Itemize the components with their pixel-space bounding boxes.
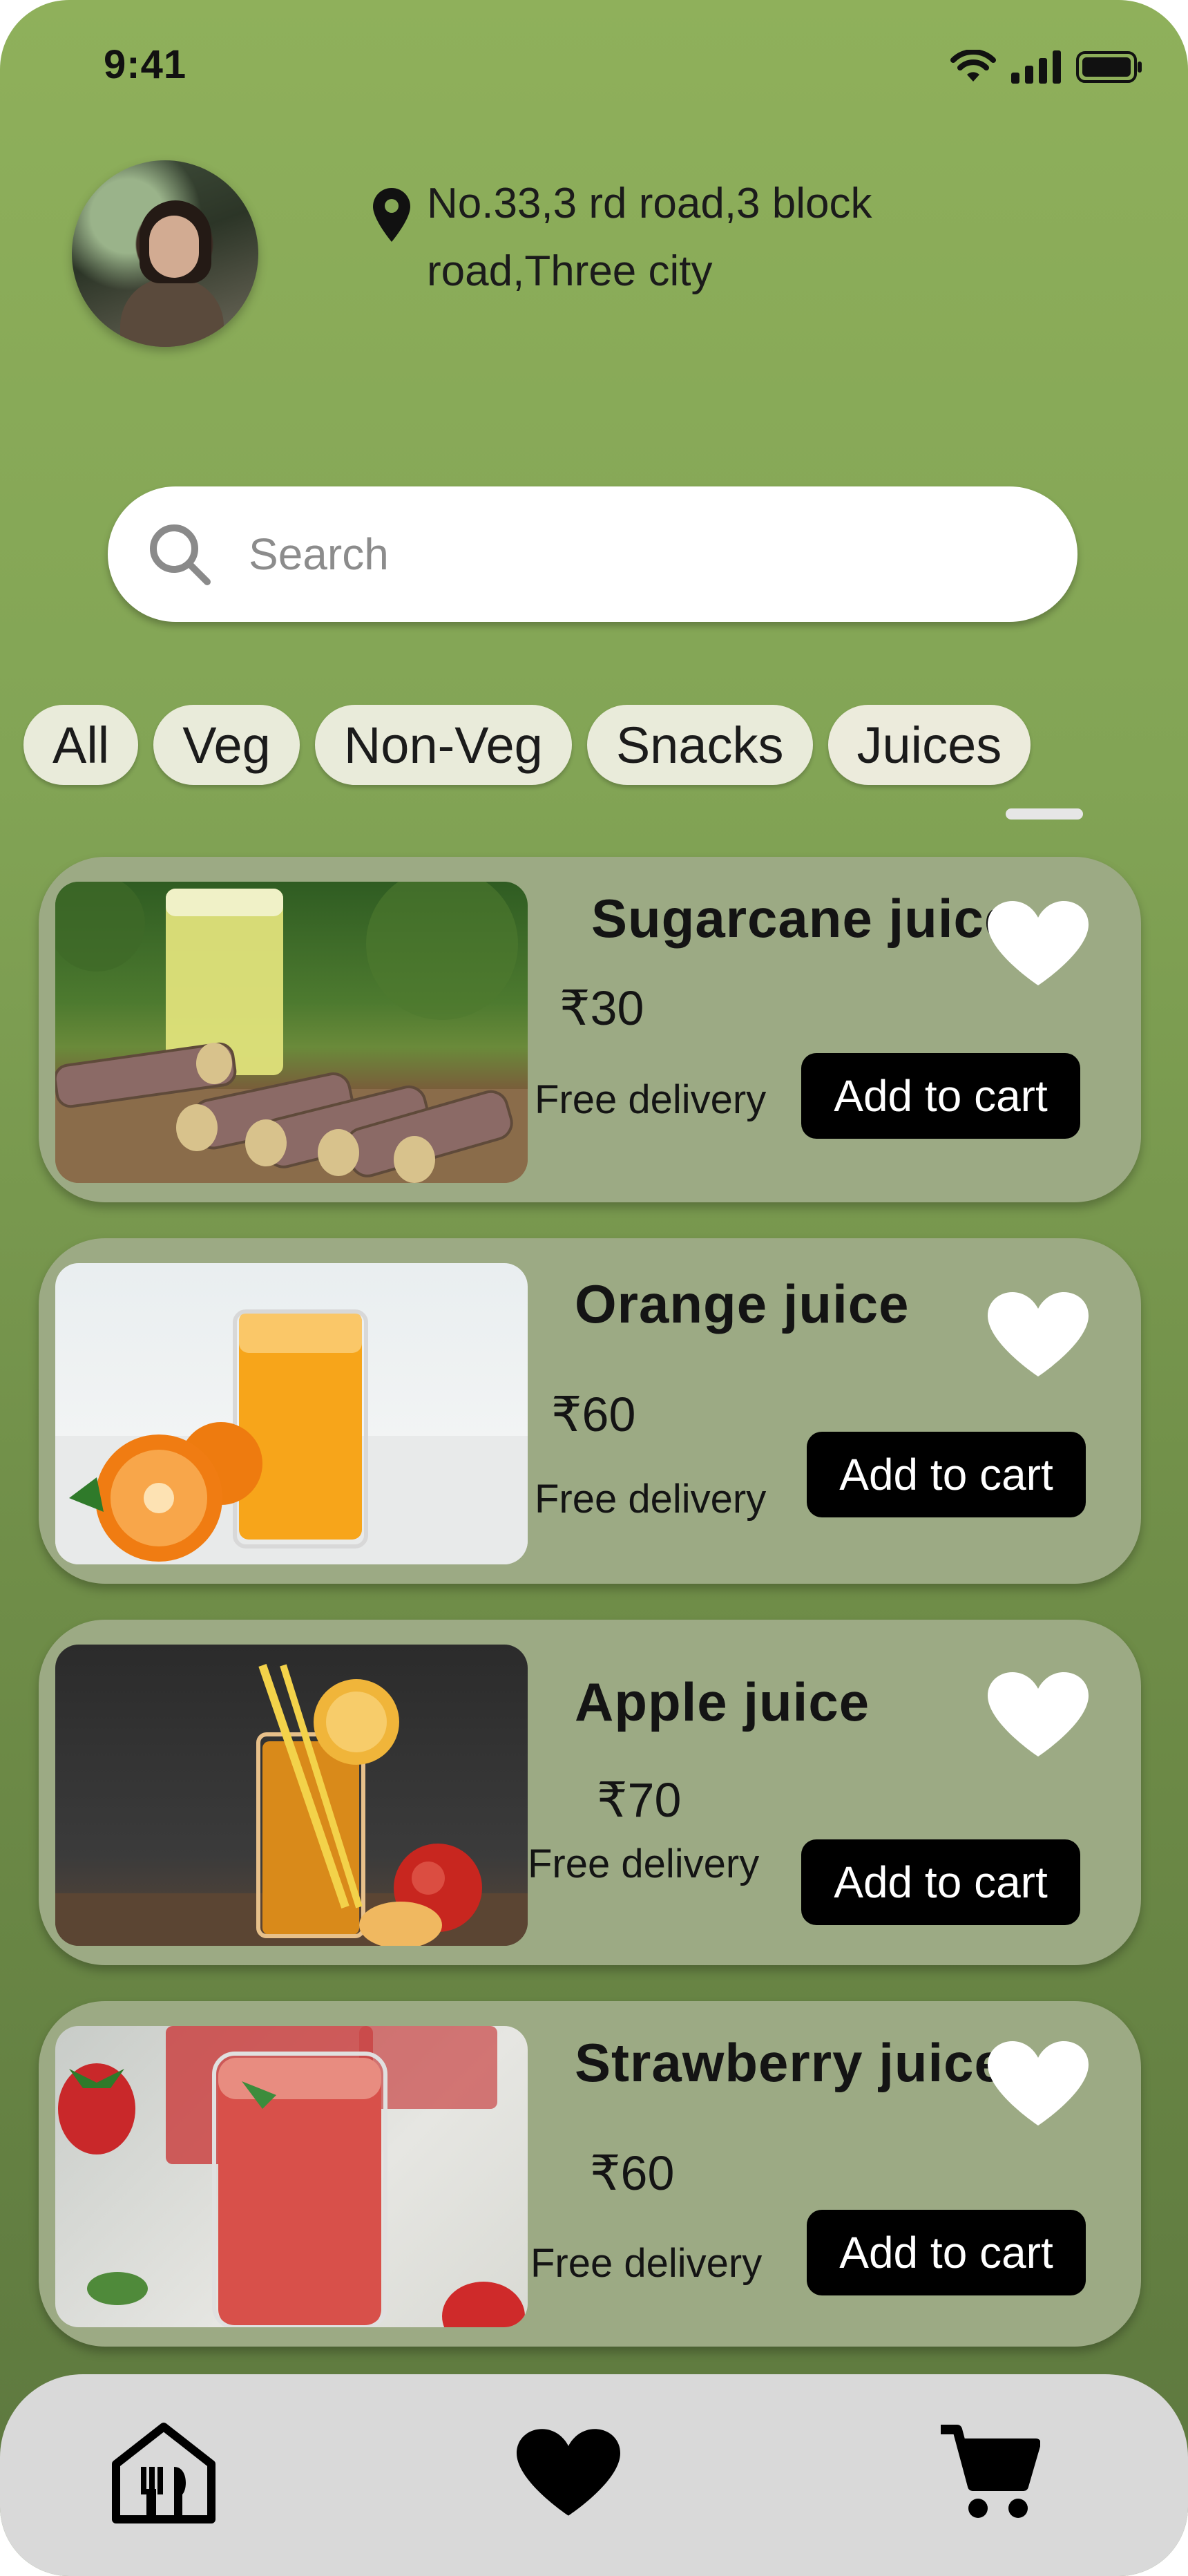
- add-to-cart-button[interactable]: Add to cart: [807, 2210, 1086, 2295]
- strawberry-juice-photo: [55, 2026, 528, 2327]
- search-input[interactable]: [249, 529, 1008, 580]
- product-card[interactable]: Strawberry juice ₹60 Free delivery Add t…: [39, 2001, 1141, 2347]
- delivery-info: Free delivery: [528, 1841, 760, 1886]
- category-chip-non-veg[interactable]: Non-Veg: [314, 705, 572, 785]
- location-pin-icon: [373, 188, 410, 242]
- status-icons: [950, 50, 1142, 84]
- favorite-heart-icon[interactable]: [988, 1672, 1089, 1758]
- product-card[interactable]: Orange juice ₹60 Free delivery Add to ca…: [39, 1238, 1141, 1584]
- category-chip-veg[interactable]: Veg: [153, 705, 300, 785]
- cart-icon[interactable]: [937, 2420, 1040, 2523]
- product-name: Sugarcane juice: [591, 888, 1015, 949]
- product-card[interactable]: Apple juice ₹70 Free delivery Add to car…: [39, 1620, 1141, 1965]
- selected-category-indicator: [1006, 808, 1083, 820]
- orange-juice-photo: [55, 1263, 528, 1564]
- wifi-icon: [950, 50, 996, 82]
- product-price: ₹60: [590, 2146, 675, 2200]
- app-screen: 9:41 No.33,3 rd road,3 block road,Three …: [0, 0, 1188, 2576]
- battery-icon: [1076, 51, 1142, 83]
- product-name: Apple juice: [575, 1671, 870, 1732]
- favorite-heart-icon[interactable]: [988, 2041, 1089, 2127]
- product-price: ₹70: [597, 1773, 682, 1827]
- add-to-cart-button[interactable]: Add to cart: [801, 1053, 1080, 1139]
- product-card[interactable]: Sugarcane juice ₹30 Free delivery Add to…: [39, 857, 1141, 1202]
- favorite-heart-icon[interactable]: [988, 901, 1089, 987]
- favorite-heart-icon[interactable]: [988, 1292, 1089, 1378]
- delivery-location[interactable]: No.33,3 rd road,3 block road,Three city: [373, 180, 1021, 305]
- home-restaurant-icon[interactable]: [111, 2423, 217, 2523]
- product-price: ₹30: [559, 981, 644, 1035]
- user-avatar[interactable]: [72, 160, 258, 347]
- search-icon: [150, 524, 211, 585]
- product-price: ₹60: [551, 1388, 636, 1441]
- search-bar[interactable]: [108, 486, 1077, 622]
- category-chip-juices[interactable]: Juices: [827, 705, 1031, 785]
- category-chips: All Veg Non-Veg Snacks Juices: [23, 705, 1031, 785]
- delivery-info: Free delivery: [535, 1477, 767, 1522]
- signal-icon: [1011, 50, 1061, 84]
- favorites-heart-icon[interactable]: [517, 2427, 620, 2519]
- sugarcane-juice-photo: [55, 882, 528, 1183]
- category-chip-snacks[interactable]: Snacks: [586, 705, 813, 785]
- delivery-info: Free delivery: [530, 2241, 763, 2286]
- address-text: No.33,3 rd road,3 block road,Three city: [427, 180, 872, 295]
- add-to-cart-button[interactable]: Add to cart: [807, 1432, 1086, 1517]
- apple-juice-photo: [55, 1645, 528, 1946]
- delivery-info: Free delivery: [535, 1077, 767, 1122]
- product-name: Orange juice: [575, 1273, 910, 1334]
- product-name: Strawberry juice: [575, 2032, 1005, 2093]
- bottom-navigation: [0, 2374, 1188, 2576]
- status-time: 9:41: [104, 42, 187, 87]
- add-to-cart-button[interactable]: Add to cart: [801, 1839, 1080, 1925]
- category-chip-all[interactable]: All: [23, 705, 139, 785]
